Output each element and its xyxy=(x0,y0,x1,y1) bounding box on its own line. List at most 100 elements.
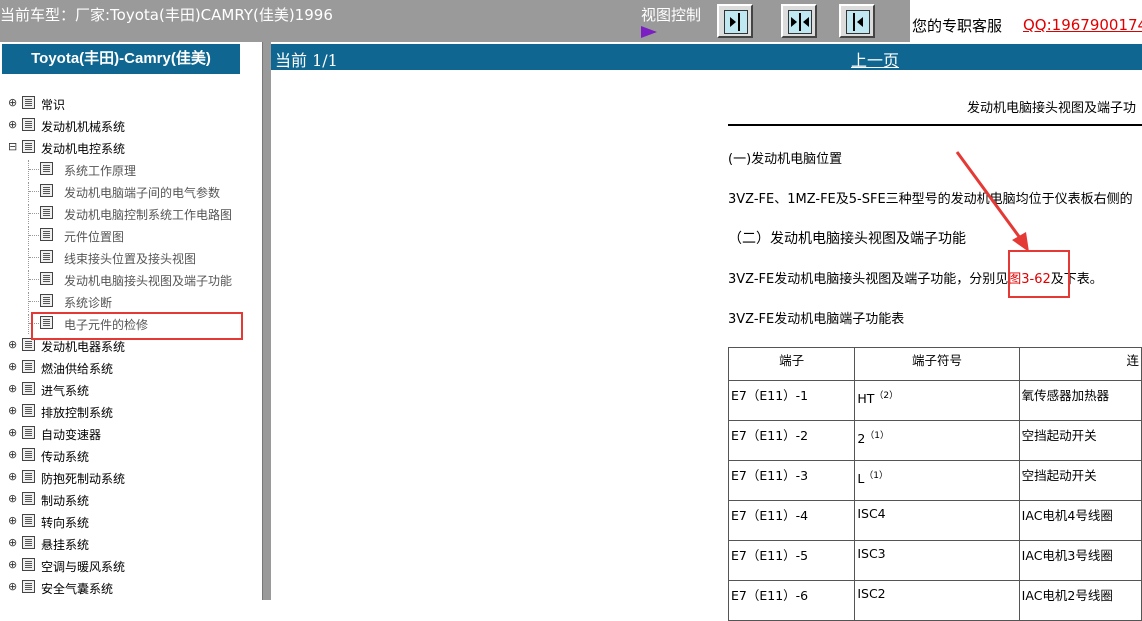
tree-label: 转向系统 xyxy=(41,516,90,530)
book-icon xyxy=(40,250,53,263)
tree-connector xyxy=(28,182,39,202)
symbol-note: （1） xyxy=(864,470,889,481)
arrow-left-icon xyxy=(853,13,863,31)
book-icon xyxy=(40,206,53,219)
tree-label: 发动机机械系统 xyxy=(41,120,126,134)
table-header-row: 端子 端子符号 连 xyxy=(727,347,1142,381)
tree-label: 进气系统 xyxy=(41,384,90,398)
expand-icon[interactable]: ⊕ xyxy=(8,515,17,526)
brand-header: Toyota(丰田)-Camry(佳美) xyxy=(2,44,240,74)
sidebar: Toyota(丰田)-Camry(佳美) ⊕ 常识 ⊕ 发动机机械系统 ⊟ 发动机电控系统… xyxy=(0,42,262,600)
tree-connector xyxy=(28,226,39,246)
service-label: 您的专职客服 xyxy=(912,17,1003,35)
expand-icon[interactable]: ⊕ xyxy=(8,471,17,482)
book-icon xyxy=(22,448,35,461)
tree-label: 发动机电控系统 xyxy=(41,142,126,156)
expand-icon[interactable]: ⊕ xyxy=(8,559,17,570)
book-icon xyxy=(40,228,53,241)
tree-label: 燃油供给系统 xyxy=(41,362,114,376)
book-icon xyxy=(22,470,35,483)
terminal-cell: E7（E11）-3 xyxy=(727,460,856,501)
table-row: E7（E11）-5 ISC3 IAC电机3号线圈 xyxy=(727,540,1142,581)
terminal-table: 端子 端子符号 连 E7（E11）-1 HT（2） 氧传感器加热器 E7（E11）-2… xyxy=(727,347,1142,621)
expand-icon[interactable]: ⊕ xyxy=(8,493,17,504)
terminal-cell: E7（E11）-5 xyxy=(727,540,856,581)
book-icon xyxy=(22,514,35,527)
table-row: E7（E11）-6 ISC2 IAC电机2号线圈 xyxy=(727,580,1142,621)
tree-connector xyxy=(28,160,39,180)
arrows-center-icon xyxy=(791,13,809,31)
symbol-text: ISC4 xyxy=(857,506,886,521)
terminal-cell: E7（E11）-6 xyxy=(727,580,856,621)
tree-label: 系统工作原理 xyxy=(64,164,137,178)
col-terminal: 端子 xyxy=(727,347,856,381)
book-icon xyxy=(22,140,35,153)
table-row: E7（E11）-4 ISC4 IAC电机4号线圈 xyxy=(727,500,1142,541)
book-icon xyxy=(22,558,35,571)
expand-right-button[interactable] xyxy=(839,4,875,38)
tree-connector xyxy=(28,204,39,224)
book-icon xyxy=(40,272,53,285)
book-icon xyxy=(22,96,35,109)
symbol-cell: ISC3 xyxy=(854,540,1020,581)
tree-label: 线束接头位置及接头视图 xyxy=(64,252,197,266)
expand-icon[interactable]: ⊕ xyxy=(8,97,17,108)
symbol-cell: L（1） xyxy=(854,460,1020,501)
play-arrow-icon xyxy=(641,26,657,38)
expand-icon[interactable]: ⊕ xyxy=(8,383,17,394)
function-cell: IAC电机3号线圈 xyxy=(1018,540,1142,581)
panel-splitter[interactable] xyxy=(262,42,271,600)
tree-label: 元件位置图 xyxy=(64,230,125,244)
terminal-cell: E7（E11）-4 xyxy=(727,500,856,541)
symbol-cell: HT（2） xyxy=(854,380,1020,421)
book-icon xyxy=(22,404,35,417)
highlight-box xyxy=(31,312,243,340)
expand-icon[interactable]: ⊕ xyxy=(8,537,17,548)
function-cell: 空挡起动开关 xyxy=(1018,460,1142,501)
book-icon xyxy=(22,492,35,505)
tree-connector xyxy=(28,248,39,268)
content-panel: 当前 1/1 上一页 发动机电脑接头视图及端子功 (一)发动机电脑位置 3VZ-… xyxy=(271,42,1142,621)
view-control-label: 视图控制 xyxy=(641,6,702,24)
tree-connector xyxy=(28,292,39,312)
customer-service-box: 您的专职客服 QQ:1967900174 xyxy=(910,0,1142,42)
tree-label: 自动变速器 xyxy=(41,428,102,442)
tree-label: 发动机电脑端子间的电气参数 xyxy=(64,186,221,200)
expand-icon[interactable]: ⊕ xyxy=(8,427,17,438)
tree-label: 空调与暖风系统 xyxy=(41,560,126,574)
symbol-cell: ISC2 xyxy=(854,580,1020,621)
qq-link[interactable]: QQ:1967900174 xyxy=(1023,16,1142,34)
function-cell: IAC电机4号线圈 xyxy=(1018,500,1142,541)
tree-label: 发动机电脑接头视图及端子功能 xyxy=(64,274,233,288)
table-row: E7（E11）-3 L（1） 空挡起动开关 xyxy=(727,460,1142,501)
book-icon xyxy=(22,382,35,395)
tree-label: 传动系统 xyxy=(41,450,90,464)
table-body: E7（E11）-1 HT（2） 氧传感器加热器 E7（E11）-2 2（1） 空挡起动开关… xyxy=(727,380,1142,621)
vehicle-title: 当前车型：厂家:Toyota(丰田)CAMRY(佳美)1996 xyxy=(0,6,333,24)
book-icon xyxy=(40,184,53,197)
symbol-cell: 2（1） xyxy=(854,420,1020,461)
terminal-cell: E7（E11）-1 xyxy=(727,380,856,421)
function-cell: IAC电机2号线圈 xyxy=(1018,580,1142,621)
tree-label: 悬挂系统 xyxy=(41,538,90,552)
expand-icon[interactable]: ⊕ xyxy=(8,449,17,460)
tree-label: 制动系统 xyxy=(41,494,90,508)
collapse-icon[interactable]: ⊟ xyxy=(8,141,17,152)
tree-label: 排放控制系统 xyxy=(41,406,114,420)
col-connection: 连 xyxy=(1018,347,1142,381)
arrow-right-icon xyxy=(730,13,740,31)
book-icon xyxy=(22,118,35,131)
symbol-note: （2） xyxy=(874,390,899,401)
symbol-note: （1） xyxy=(865,430,890,441)
symbol-text: ISC3 xyxy=(857,546,886,561)
expand-icon[interactable]: ⊕ xyxy=(8,405,17,416)
expand-icon[interactable]: ⊕ xyxy=(8,581,17,592)
expand-left-button[interactable] xyxy=(717,4,753,38)
book-icon xyxy=(40,294,53,307)
tree-label: 发动机电器系统 xyxy=(41,340,126,354)
split-view-button[interactable] xyxy=(781,4,817,38)
expand-icon[interactable]: ⊕ xyxy=(8,339,17,350)
expand-icon[interactable]: ⊕ xyxy=(8,361,17,372)
expand-icon[interactable]: ⊕ xyxy=(8,119,17,130)
book-icon xyxy=(22,580,35,593)
